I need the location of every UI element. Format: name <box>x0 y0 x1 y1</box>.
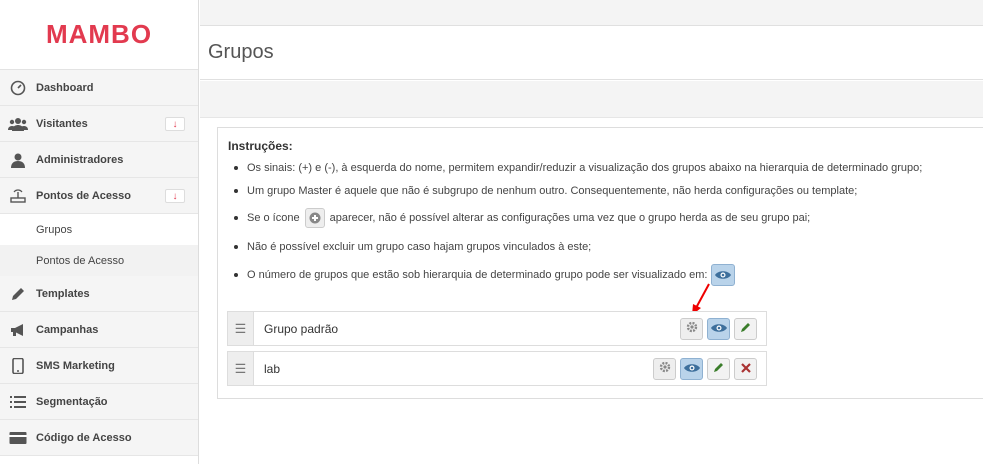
sidebar-item-label: Campanhas <box>36 323 99 336</box>
view-hierarchy-button[interactable] <box>680 357 703 380</box>
view-hierarchy-button[interactable] <box>707 317 730 340</box>
sidebar: MAMBO Dashboard Visitantes ↓ Administrad… <box>0 0 199 464</box>
delete-button[interactable] <box>734 357 757 380</box>
sidebar-item-visitantes[interactable]: Visitantes ↓ <box>0 106 198 142</box>
drag-handle-icon[interactable]: ☰ <box>228 312 254 345</box>
top-bar <box>200 0 983 26</box>
edit-button[interactable] <box>734 317 757 340</box>
sidebar-item-segmentacao[interactable]: Segmentação <box>0 384 198 420</box>
sidebar-item-campanhas[interactable]: Campanhas <box>0 312 198 348</box>
pencil-icon <box>713 360 725 378</box>
settings-button[interactable] <box>653 357 676 380</box>
sidebar-item-codigo-de-acesso[interactable]: Código de Acesso <box>0 420 198 456</box>
group-actions <box>680 317 757 340</box>
sidebar-item-label: SMS Marketing <box>36 359 115 372</box>
instructions-title: Instruções: <box>228 139 293 153</box>
card-icon <box>8 430 28 446</box>
eye-icon <box>710 320 727 338</box>
sidebar-item-pontos-de-acesso[interactable]: Pontos de Acesso ↓ <box>0 178 198 214</box>
sidebar-subitem-label: Grupos <box>36 223 73 236</box>
close-icon <box>740 360 751 378</box>
sidebar-subitem-pontos-de-acesso[interactable]: Pontos de Acesso <box>0 245 198 276</box>
sidebar-item-label: Templates <box>36 287 90 300</box>
group-name: Grupo padrão <box>264 321 339 336</box>
sidebar-subitem-grupos[interactable]: Grupos <box>0 214 198 245</box>
drag-handle-icon[interactable]: ☰ <box>228 352 254 385</box>
list-item: Um grupo Master é aquele que não é subgr… <box>228 179 977 203</box>
gear-icon <box>659 360 671 378</box>
pencil-icon <box>8 286 28 302</box>
page-header: Grupos <box>200 26 983 80</box>
list-item: Se o ícone aparecer, não é possível alte… <box>228 203 977 233</box>
users-icon <box>8 116 28 132</box>
sidebar-item-dashboard[interactable]: Dashboard <box>0 70 198 106</box>
sidebar-subitem-label: Pontos de Acesso <box>36 254 125 267</box>
list-icon <box>8 394 28 410</box>
edit-button[interactable] <box>707 357 730 380</box>
group-name: lab <box>264 361 281 376</box>
settings-button[interactable] <box>680 317 703 340</box>
sidebar-item-label: Código de Acesso <box>36 431 132 444</box>
sidebar-item-label: Pontos de Acesso <box>36 189 131 202</box>
group-actions <box>653 357 757 380</box>
sidebar-item-label: Administradores <box>36 153 124 166</box>
sidebar-item-label: Segmentação <box>36 395 108 408</box>
sidebar-item-administradores[interactable]: Administradores <box>0 142 198 178</box>
logo-text: MAMBO <box>45 19 153 49</box>
user-icon <box>8 152 28 168</box>
sidebar-item-label: Dashboard <box>36 81 94 94</box>
dashboard-icon <box>8 80 28 96</box>
group-row-lab[interactable]: ☰ lab <box>227 351 767 386</box>
pencil-icon <box>740 320 752 338</box>
eye-icon <box>683 360 700 378</box>
eye-icon <box>711 264 736 286</box>
gear-icon <box>686 320 698 338</box>
toolbar-band <box>200 81 983 118</box>
sidebar-item-templates[interactable]: Templates <box>0 276 198 312</box>
list-item: Não é possível excluir um grupo caso haj… <box>228 233 977 261</box>
router-icon <box>8 188 28 204</box>
sidebar-item-sms-marketing[interactable]: SMS Marketing <box>0 348 198 384</box>
list-item: Os sinais: (+) e (-), à esquerda do nome… <box>228 157 977 179</box>
megaphone-icon <box>8 322 28 338</box>
expand-badge[interactable]: ↓ <box>165 189 185 203</box>
sidebar-item-label: Visitantes <box>36 117 88 130</box>
page-title: Grupos <box>208 41 274 63</box>
instructions-list: Os sinais: (+) e (-), à esquerda do nome… <box>228 157 977 289</box>
brand-logo[interactable]: MAMBO <box>0 0 198 70</box>
plus-circle-icon <box>304 208 325 228</box>
group-row-grupo-padrao[interactable]: ☰ Grupo padrão <box>227 311 767 346</box>
phone-icon <box>8 357 28 374</box>
list-item: O número de grupos que estão sob hierarq… <box>228 261 977 289</box>
expand-badge[interactable]: ↓ <box>165 117 185 131</box>
